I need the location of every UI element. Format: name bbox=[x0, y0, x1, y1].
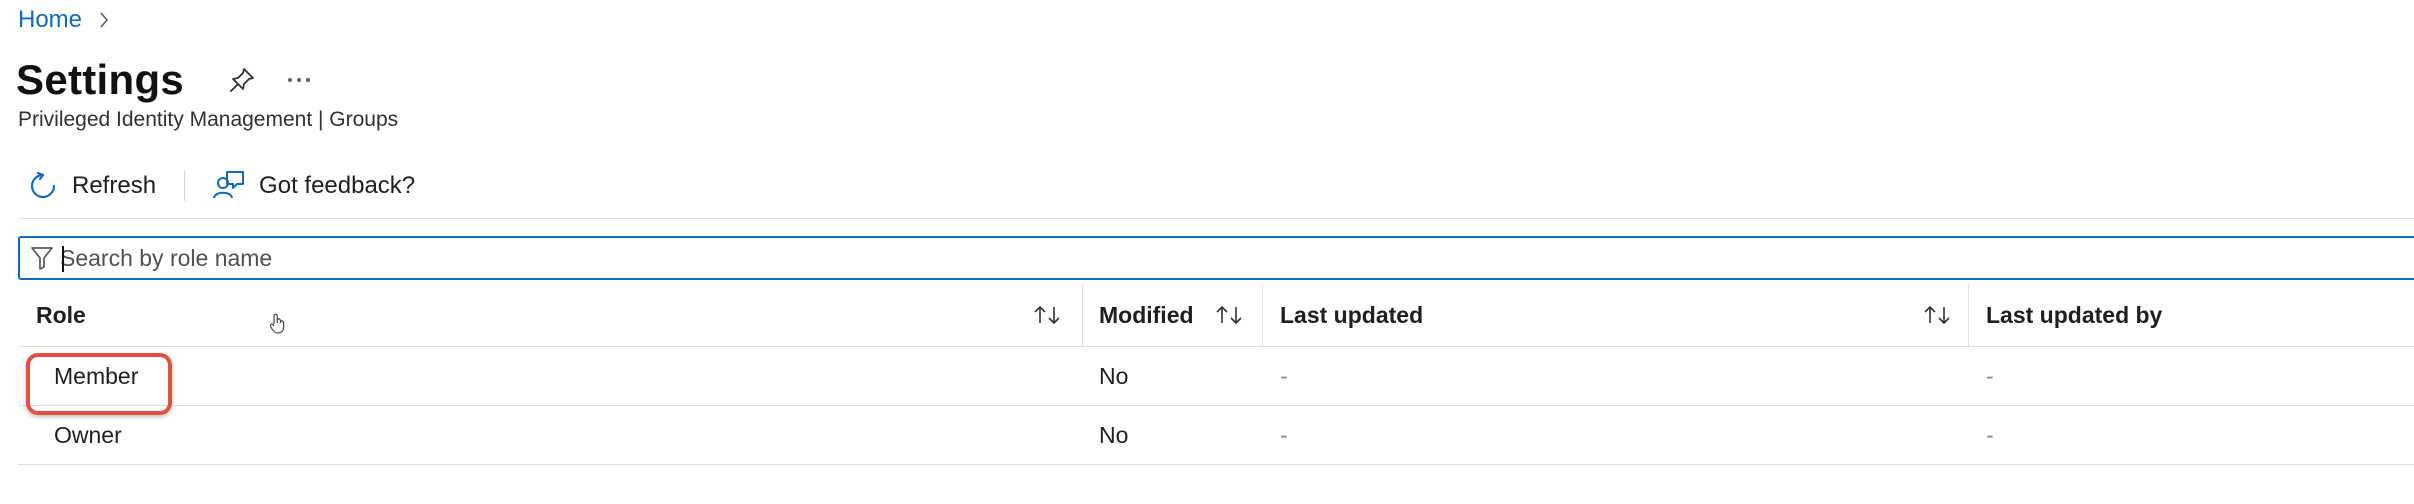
column-divider[interactable] bbox=[1968, 284, 1969, 346]
hand-cursor-icon bbox=[268, 312, 288, 341]
refresh-icon bbox=[28, 171, 58, 201]
sort-icon[interactable] bbox=[1922, 284, 1952, 346]
column-divider[interactable] bbox=[1082, 284, 1083, 346]
column-header-last-updated-by[interactable]: Last updated by bbox=[1986, 284, 2162, 346]
breadcrumb: Home bbox=[18, 2, 110, 38]
modified-cell: No bbox=[1099, 421, 1129, 448]
last-updated-by-cell: - bbox=[1986, 421, 1994, 448]
feedback-label: Got feedback? bbox=[259, 172, 416, 199]
text-caret bbox=[62, 246, 64, 272]
page-title: Settings bbox=[16, 56, 185, 103]
feedback-button[interactable]: Got feedback? bbox=[211, 170, 415, 202]
column-divider[interactable] bbox=[1262, 284, 1263, 346]
pin-icon[interactable] bbox=[228, 66, 256, 94]
settings-page: Home Settings Privileged Identity Manage… bbox=[0, 0, 2414, 504]
toolbar-divider-line bbox=[18, 218, 2414, 219]
column-header-modified[interactable]: Modified bbox=[1099, 284, 1194, 346]
table-header-row: Role Modified Last updated Last updated … bbox=[18, 284, 2414, 347]
role-name-link[interactable]: Owner bbox=[54, 406, 122, 464]
last-updated-cell: - bbox=[1280, 421, 1288, 448]
command-bar: Refresh Got feedback? bbox=[28, 164, 415, 208]
column-header-last-updated[interactable]: Last updated bbox=[1280, 284, 1423, 346]
search-box[interactable] bbox=[18, 236, 2414, 280]
chevron-right-icon bbox=[98, 11, 110, 29]
page-subtitle: Privileged Identity Management | Groups bbox=[18, 108, 399, 131]
sort-icon[interactable] bbox=[1032, 284, 1062, 346]
feedback-icon bbox=[211, 170, 245, 202]
search-input[interactable] bbox=[60, 244, 2414, 272]
toolbar-divider bbox=[184, 171, 186, 201]
table-row[interactable]: Owner No - - bbox=[18, 406, 2414, 465]
sort-icon[interactable] bbox=[1214, 284, 1244, 346]
last-updated-by-cell: - bbox=[1986, 362, 1994, 389]
refresh-button[interactable]: Refresh bbox=[28, 171, 156, 201]
table-row[interactable]: Member No - - bbox=[18, 347, 2414, 415]
title-row: Settings bbox=[16, 50, 312, 110]
more-icon[interactable] bbox=[286, 75, 312, 85]
modified-cell: No bbox=[1099, 362, 1129, 389]
filter-icon bbox=[30, 245, 54, 271]
last-updated-cell: - bbox=[1280, 362, 1288, 389]
breadcrumb-home-link[interactable]: Home bbox=[18, 6, 82, 34]
refresh-label: Refresh bbox=[72, 172, 157, 199]
roles-table: Role Modified Last updated Last updated … bbox=[18, 284, 2414, 465]
column-header-role[interactable]: Role bbox=[36, 284, 86, 346]
